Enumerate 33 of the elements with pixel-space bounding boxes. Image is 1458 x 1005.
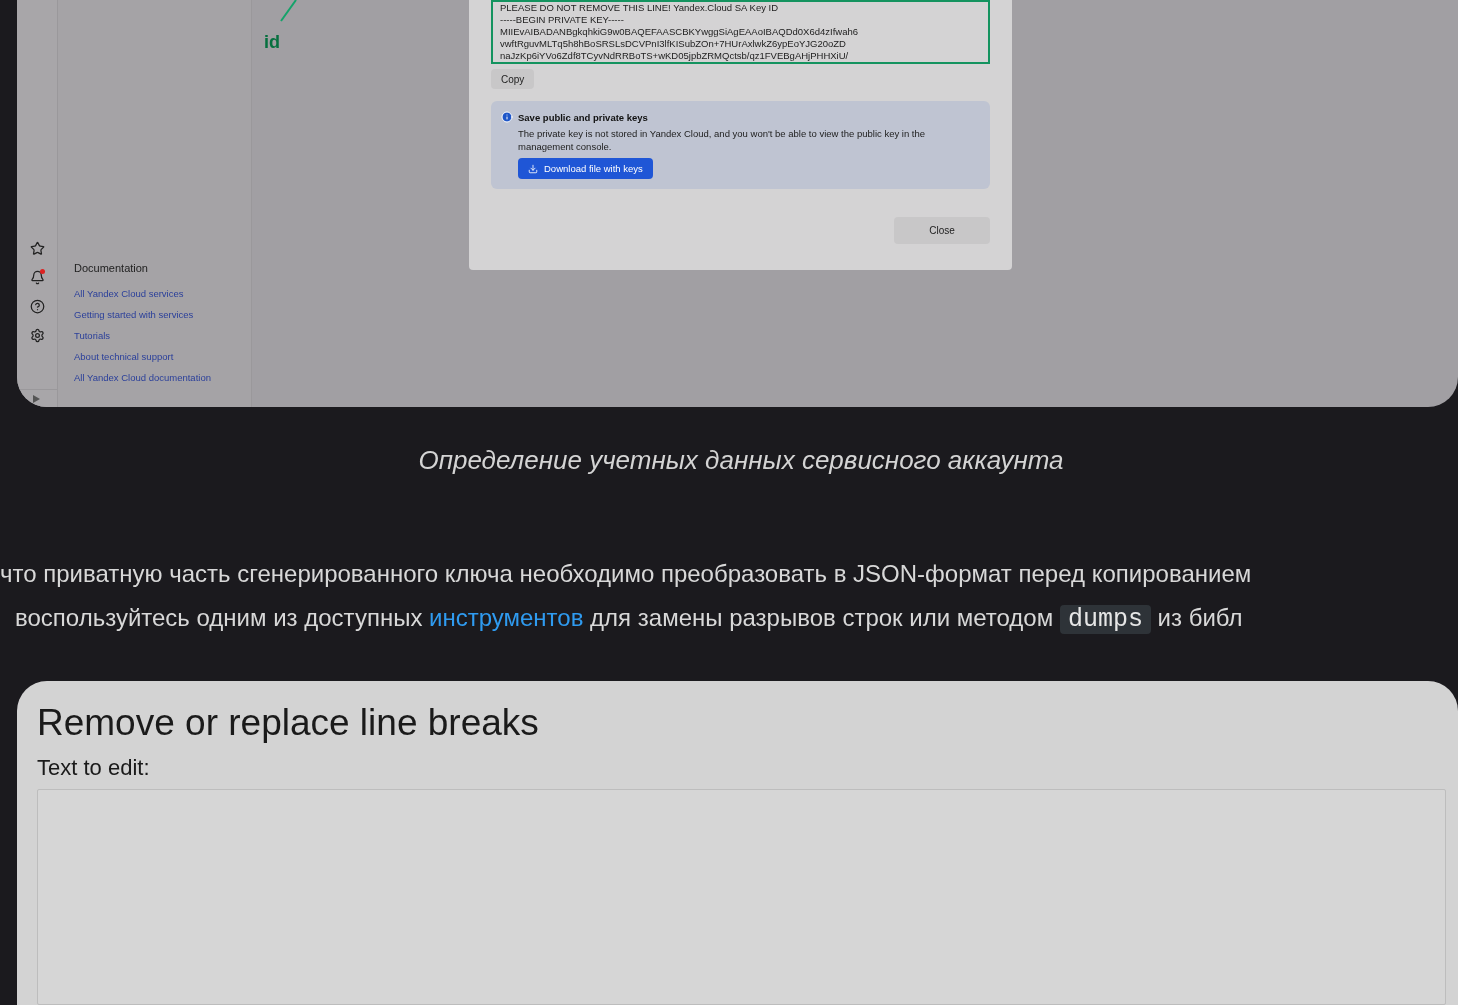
text-input-field[interactable] — [37, 789, 1446, 1005]
bell-icon[interactable] — [29, 270, 45, 285]
sidebar-link[interactable]: Getting started with services — [74, 303, 251, 325]
annotation-line — [279, 0, 297, 22]
key-line: naJzKp6iYVo6Zdf8TCyvNdRRBoTS+wKD05jpbZRMQctsb/qz1FVEBgAHjPHHXiU/ — [500, 50, 850, 62]
figure-caption: Определение учетных данных сервисного аккаунта — [418, 444, 1064, 477]
sidebar-link[interactable]: All Yandex Cloud services — [74, 282, 251, 304]
expand-icon[interactable] — [33, 394, 40, 403]
notice-text: The private key is not stored in Yandex Cloud, and you won't be able to view the public key in the management console. — [518, 127, 927, 154]
download-button[interactable]: Download file with keys — [518, 158, 653, 180]
download-icon — [528, 163, 538, 174]
section-title: Documentation — [74, 261, 149, 276]
code-snippet: dumps — [1059, 605, 1151, 634]
copy-button[interactable]: Copy — [491, 69, 535, 89]
settings-icon[interactable] — [29, 328, 45, 343]
key-line: vwftRguvMLTq5h8hBoSRSLsDCVPnI3lfKISubZOn+7HUrAxlwkZ6ypEoYJG20oZD — [500, 38, 847, 50]
paragraph: что приватную часть сгенерированного ключа необходимо преобразовать в JSON-формат перед копированием воспользуйтесь одним из доступных инструментов для замены разрывов строк или методом dumps из библ — [0, 559, 1253, 636]
tool-title: Remove or replace line breaks — [37, 701, 540, 745]
key-line: PLEASE DO NOT REMOVE THIS LINE! Yandex.Cloud SA Key ID — [500, 2, 780, 14]
key-line: -----BEGIN PRIVATE KEY----- — [500, 14, 625, 26]
field-label: Text to edit: — [37, 754, 151, 782]
star-icon[interactable] — [29, 241, 45, 256]
sidebar-link[interactable]: About technical support — [74, 345, 251, 367]
sidebar-link[interactable]: Tutorials — [74, 324, 251, 346]
help-icon[interactable] — [29, 299, 45, 314]
tools-link[interactable]: инструментов — [429, 604, 584, 631]
info-icon — [501, 111, 513, 123]
annotation-label: id — [264, 31, 280, 54]
private-key-field[interactable] — [491, 0, 990, 64]
sidebar-link[interactable]: All Yandex Cloud documentation — [74, 366, 251, 388]
notice-title: Save public and private keys — [518, 111, 649, 125]
key-line: MIIEvAIBADANBgkqhkiG9w0BAQEFAASCBKYwggSiAgEAAoIBAQDd0X6d4zIfwah6 — [500, 26, 859, 38]
close-button[interactable]: Close — [894, 217, 990, 244]
